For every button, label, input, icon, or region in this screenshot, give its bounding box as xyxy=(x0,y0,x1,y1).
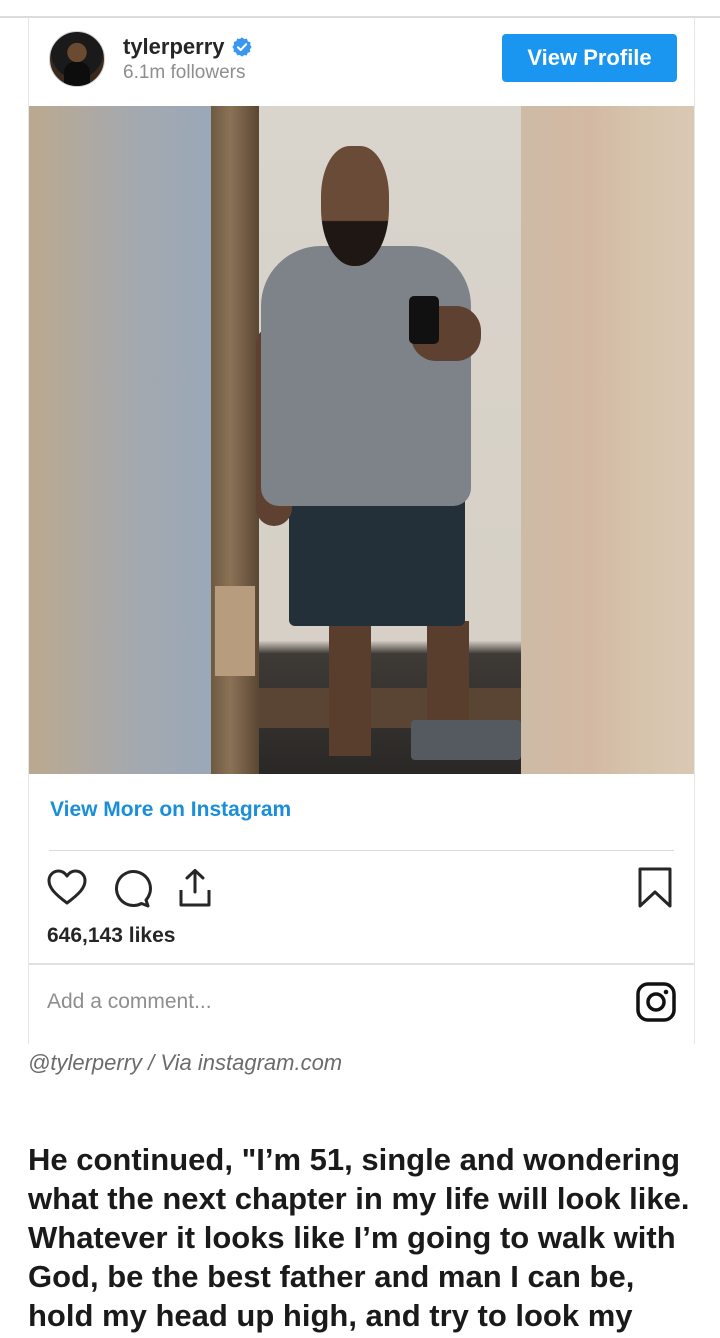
article-paragraph: He continued, "I’m 51, single and wonder… xyxy=(28,1142,690,1333)
view-more-link[interactable]: View More on Instagram xyxy=(50,798,291,822)
username[interactable]: tylerperry xyxy=(123,34,225,60)
comment-icon[interactable] xyxy=(109,866,153,910)
photo-blur-left xyxy=(29,106,211,774)
heart-icon[interactable] xyxy=(45,866,89,910)
phone xyxy=(409,296,439,344)
follower-count: 6.1m followers xyxy=(123,62,246,83)
photo-blur-right xyxy=(521,106,694,774)
verified-badge-icon xyxy=(231,37,252,57)
instagram-embed: tylerperry 6.1m followers View Profile V… xyxy=(28,18,695,1044)
share-icon[interactable] xyxy=(173,866,217,910)
divider xyxy=(29,963,694,965)
comment-input[interactable]: Add a comment... xyxy=(47,990,212,1014)
caption-source: @tylerperry / Via instagram.com xyxy=(28,1050,343,1075)
photo-scene xyxy=(211,106,521,774)
door-frame xyxy=(211,106,259,774)
avatar[interactable] xyxy=(49,31,105,87)
view-profile-button[interactable]: View Profile xyxy=(502,34,677,82)
divider xyxy=(49,850,674,851)
post-photo[interactable] xyxy=(29,106,694,774)
instagram-logo-icon[interactable] xyxy=(635,981,677,1023)
bookmark-icon[interactable] xyxy=(633,866,677,910)
like-count: 646,143 likes xyxy=(47,924,176,947)
embed-header: tylerperry 6.1m followers View Profile xyxy=(29,18,694,106)
username-row: tylerperry xyxy=(123,34,253,60)
action-bar xyxy=(29,866,694,916)
